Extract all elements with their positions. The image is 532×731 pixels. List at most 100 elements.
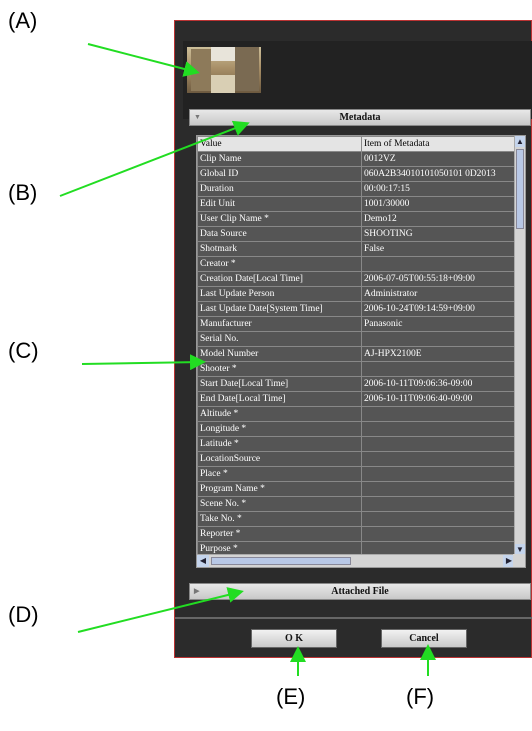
metadata-item-name[interactable]: Global ID xyxy=(197,166,362,182)
metadata-item-value[interactable]: 2006-07-05T00:55:18+09:00 xyxy=(361,271,516,287)
table-row[interactable]: Scene No. * xyxy=(197,496,516,512)
table-row[interactable]: Program Name * xyxy=(197,481,516,497)
table-row[interactable]: LocationSource xyxy=(197,451,516,467)
table-row[interactable]: User Clip Name * Demo12 xyxy=(197,211,516,227)
callout-e: (E) xyxy=(276,684,306,709)
metadata-item-value[interactable] xyxy=(361,256,516,272)
metadata-item-value[interactable] xyxy=(361,526,516,542)
metadata-item-name[interactable]: Model Number xyxy=(197,346,362,362)
metadata-item-name[interactable]: User Clip Name * xyxy=(197,211,362,227)
metadata-item-name[interactable]: Last Update Date[System Time] xyxy=(197,301,362,317)
table-row[interactable]: Longitude * xyxy=(197,421,516,437)
scroll-up-icon[interactable]: ▲ xyxy=(515,136,525,147)
metadata-item-value[interactable]: SHOOTING xyxy=(361,226,516,242)
metadata-item-value[interactable] xyxy=(361,361,516,377)
metadata-item-name[interactable]: Start Date[Local Time] xyxy=(197,376,362,392)
metadata-item-value[interactable]: 2006-10-11T09:06:40-09:00 xyxy=(361,391,516,407)
table-row[interactable]: Edit Unit 1001/30000 xyxy=(197,196,516,212)
ok-button[interactable]: O K xyxy=(251,629,337,648)
metadata-item-name[interactable]: Place * xyxy=(197,466,362,482)
metadata-item-name[interactable]: Creator * xyxy=(197,256,362,272)
metadata-item-value[interactable]: 060A2B34010101050101 0D2013 xyxy=(361,166,516,182)
table-row[interactable]: Start Date[Local Time] 2006-10-11T09:06:3… xyxy=(197,376,516,392)
metadata-item-name[interactable]: Duration xyxy=(197,181,362,197)
table-row[interactable]: Clip Name 0012VZ xyxy=(197,151,516,167)
callout-c: (C) xyxy=(8,338,39,363)
metadata-item-value[interactable]: AJ-HPX2100E xyxy=(361,346,516,362)
divider xyxy=(175,617,532,619)
metadata-item-value[interactable]: Administrator xyxy=(361,286,516,302)
table-row[interactable]: Latitude * xyxy=(197,436,516,452)
table-row[interactable]: Last Update Person Administrator xyxy=(197,286,516,302)
cancel-button[interactable]: Cancel xyxy=(381,629,467,648)
table-row[interactable]: Reporter * xyxy=(197,526,516,542)
table-row[interactable]: End Date[Local Time] 2006-10-11T09:06:40-… xyxy=(197,391,516,407)
metadata-item-value[interactable]: Demo12 xyxy=(361,211,516,227)
metadata-item-name[interactable]: Clip Name xyxy=(197,151,362,167)
metadata-item-name[interactable]: End Date[Local Time] xyxy=(197,391,362,407)
metadata-grid[interactable]: Value Item of Metadata Clip Name 0012VZ Gl… xyxy=(196,135,526,568)
callout-d: (D) xyxy=(8,602,39,627)
metadata-item-value[interactable] xyxy=(361,436,516,452)
table-row[interactable]: Serial No. xyxy=(197,331,516,347)
table-row[interactable]: Manufacturer Panasonic xyxy=(197,316,516,332)
metadata-section-header[interactable]: ▼ Metadata xyxy=(189,109,531,126)
attached-file-section-header[interactable]: ▶ Attached File xyxy=(189,583,531,600)
metadata-item-value[interactable]: 0012VZ xyxy=(361,151,516,167)
metadata-item-value[interactable]: False xyxy=(361,241,516,257)
table-row[interactable]: Creator * xyxy=(197,256,516,272)
table-row[interactable]: Shooter * xyxy=(197,361,516,377)
metadata-item-value[interactable] xyxy=(361,496,516,512)
metadata-item-name[interactable]: LocationSource xyxy=(197,451,362,467)
metadata-item-value[interactable] xyxy=(361,406,516,422)
metadata-item-name[interactable]: Last Update Person xyxy=(197,286,362,302)
table-row[interactable]: Last Update Date[System Time] 2006-10-24T… xyxy=(197,301,516,317)
metadata-item-name[interactable]: Shotmark xyxy=(197,241,362,257)
horizontal-scrollbar[interactable]: ◀ ▶ xyxy=(197,554,515,567)
table-row[interactable]: Data Source SHOOTING xyxy=(197,226,516,242)
metadata-item-name[interactable]: Creation Date[Local Time] xyxy=(197,271,362,287)
metadata-table: Value Item of Metadata Clip Name 0012VZ Gl… xyxy=(197,136,516,567)
clip-thumbnail[interactable]: T HD xyxy=(187,47,261,93)
metadata-item-value[interactable] xyxy=(361,451,516,467)
metadata-item-value[interactable] xyxy=(361,511,516,527)
attached-file-section-title: Attached File xyxy=(331,586,389,597)
table-row[interactable]: Place * xyxy=(197,466,516,482)
metadata-item-value[interactable] xyxy=(361,331,516,347)
table-row[interactable]: Creation Date[Local Time] 2006-07-05T00:5… xyxy=(197,271,516,287)
metadata-item-value[interactable] xyxy=(361,421,516,437)
scroll-left-icon[interactable]: ◀ xyxy=(197,555,209,567)
table-row[interactable]: Take No. * xyxy=(197,511,516,527)
metadata-item-name[interactable]: Altitude * xyxy=(197,406,362,422)
metadata-item-value[interactable]: 2006-10-11T09:06:36-09:00 xyxy=(361,376,516,392)
callout-f: (F) xyxy=(406,684,435,709)
table-row[interactable]: Shotmark False xyxy=(197,241,516,257)
metadata-item-name[interactable]: Reporter * xyxy=(197,526,362,542)
metadata-item-name[interactable]: Data Source xyxy=(197,226,362,242)
metadata-item-name[interactable]: Take No. * xyxy=(197,511,362,527)
metadata-item-value[interactable]: 1001/30000 xyxy=(361,196,516,212)
metadata-item-value[interactable]: Panasonic xyxy=(361,316,516,332)
metadata-item-name[interactable]: Shooter * xyxy=(197,361,362,377)
metadata-item-name[interactable]: Serial No. xyxy=(197,331,362,347)
metadata-item-value[interactable] xyxy=(361,481,516,497)
vertical-scrollbar[interactable]: ▲ ▼ xyxy=(514,136,525,555)
table-row[interactable]: Altitude * xyxy=(197,406,516,422)
vertical-scroll-thumb[interactable] xyxy=(516,149,524,229)
table-row[interactable]: Duration 00:00:17:15 xyxy=(197,181,516,197)
metadata-item-value[interactable]: 2006-10-24T09:14:59+09:00 xyxy=(361,301,516,317)
metadata-item-name[interactable]: Program Name * xyxy=(197,481,362,497)
metadata-item-value[interactable]: 00:00:17:15 xyxy=(361,181,516,197)
horizontal-scroll-thumb[interactable] xyxy=(211,557,351,565)
metadata-item-name[interactable]: Scene No. * xyxy=(197,496,362,512)
column-header-value[interactable]: Value xyxy=(197,136,362,152)
metadata-item-name[interactable]: Edit Unit xyxy=(197,196,362,212)
metadata-item-name[interactable]: Longitude * xyxy=(197,421,362,437)
callout-a: (A) xyxy=(8,8,38,33)
metadata-item-name[interactable]: Manufacturer xyxy=(197,316,362,332)
column-header-item[interactable]: Item of Metadata xyxy=(361,136,516,152)
table-row[interactable]: Global ID 060A2B34010101050101 0D2013 xyxy=(197,166,516,182)
metadata-item-value[interactable] xyxy=(361,466,516,482)
table-row[interactable]: Model Number AJ-HPX2100E xyxy=(197,346,516,362)
metadata-item-name[interactable]: Latitude * xyxy=(197,436,362,452)
